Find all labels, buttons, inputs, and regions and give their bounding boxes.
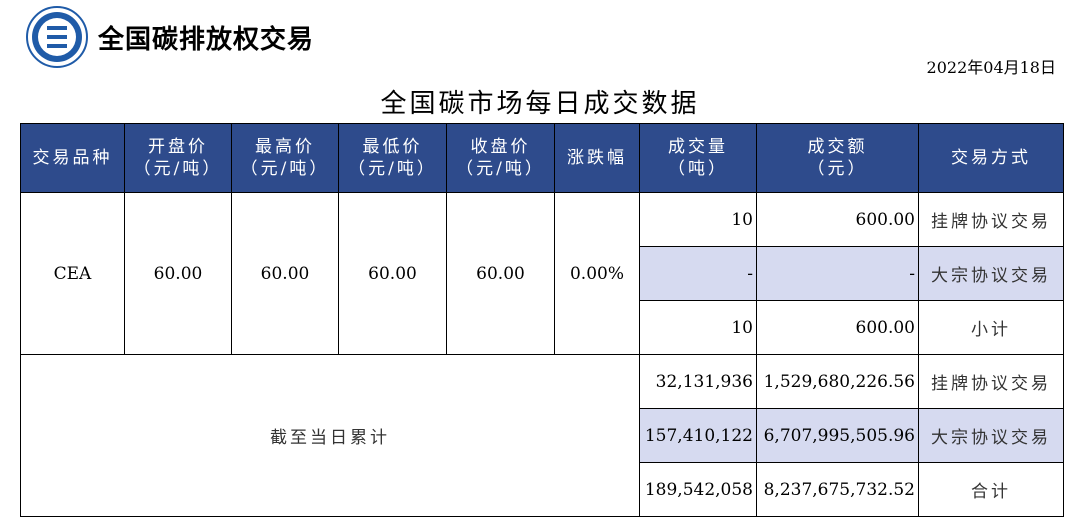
table-header-row: 交易品种 开盘价 （元/吨） 最高价 （元/吨） 最低价 （元/吨） 收盘价 （元/吨）… <box>20 123 1064 193</box>
col-amount: 成交额 （元） <box>756 123 919 193</box>
method-cell: 小计 <box>918 300 1064 355</box>
col-high-price: 最高价 （元/吨） <box>231 123 339 193</box>
col-method: 交易方式 <box>918 123 1064 193</box>
brand-name: 全国碳排放权交易 <box>98 24 315 55</box>
col-change: 涨跌幅 <box>554 123 640 193</box>
method-cell: 挂牌协议交易 <box>918 192 1064 247</box>
volume-cell: 32,131,936 <box>639 354 757 409</box>
amount-cell: 600.00 <box>756 192 919 247</box>
amount-cell: - <box>756 246 919 301</box>
col-product: 交易品种 <box>20 123 125 193</box>
volume-cell: 157,410,122 <box>639 408 757 463</box>
brand-logo: 全国碳排放权交易 <box>26 4 314 70</box>
table-row: CEA 60.00 60.00 60.00 60.00 0.00% 10 600… <box>20 192 1064 355</box>
volume-cell: 10 <box>639 192 757 247</box>
method-cell: 大宗协议交易 <box>918 246 1064 301</box>
trading-data-table: 交易品种 开盘价 （元/吨） 最高价 （元/吨） 最低价 （元/吨） 收盘价 （元/吨）… <box>20 123 1064 517</box>
method-cell: 大宗协议交易 <box>918 408 1064 463</box>
amount-cell: 6,707,995,505.96 <box>756 408 919 463</box>
col-close-price: 收盘价 （元/吨） <box>446 123 555 193</box>
col-low-price: 最低价 （元/吨） <box>338 123 447 193</box>
report-date: 2022年04月18日 <box>926 58 1056 77</box>
change-cell: 0.00% <box>554 192 640 355</box>
method-cell: 挂牌协议交易 <box>918 354 1064 409</box>
amount-cell: 600.00 <box>756 300 919 355</box>
volume-cell: - <box>639 246 757 301</box>
open-price-cell: 60.00 <box>124 192 232 355</box>
volume-cell: 189,542,058 <box>639 462 757 517</box>
amount-cell: 8,237,675,732.52 <box>756 462 919 517</box>
volume-cell: 10 <box>639 300 757 355</box>
close-price-cell: 60.00 <box>446 192 555 355</box>
method-cell: 合计 <box>918 462 1064 517</box>
page-title: 全国碳市场每日成交数据 <box>380 89 700 119</box>
high-price-cell: 60.00 <box>231 192 339 355</box>
amount-cell: 1,529,680,226.56 <box>756 354 919 409</box>
col-open-price: 开盘价 （元/吨） <box>124 123 232 193</box>
cumulative-label-cell: 截至当日累计 <box>20 354 640 517</box>
carbon-exchange-logo-icon <box>26 6 88 68</box>
col-volume: 成交量 （吨） <box>639 123 757 193</box>
product-cell: CEA <box>20 192 125 355</box>
table-row: 截至当日累计 32,131,936 1,529,680,226.56 挂牌协议交… <box>20 354 1064 517</box>
low-price-cell: 60.00 <box>338 192 447 355</box>
